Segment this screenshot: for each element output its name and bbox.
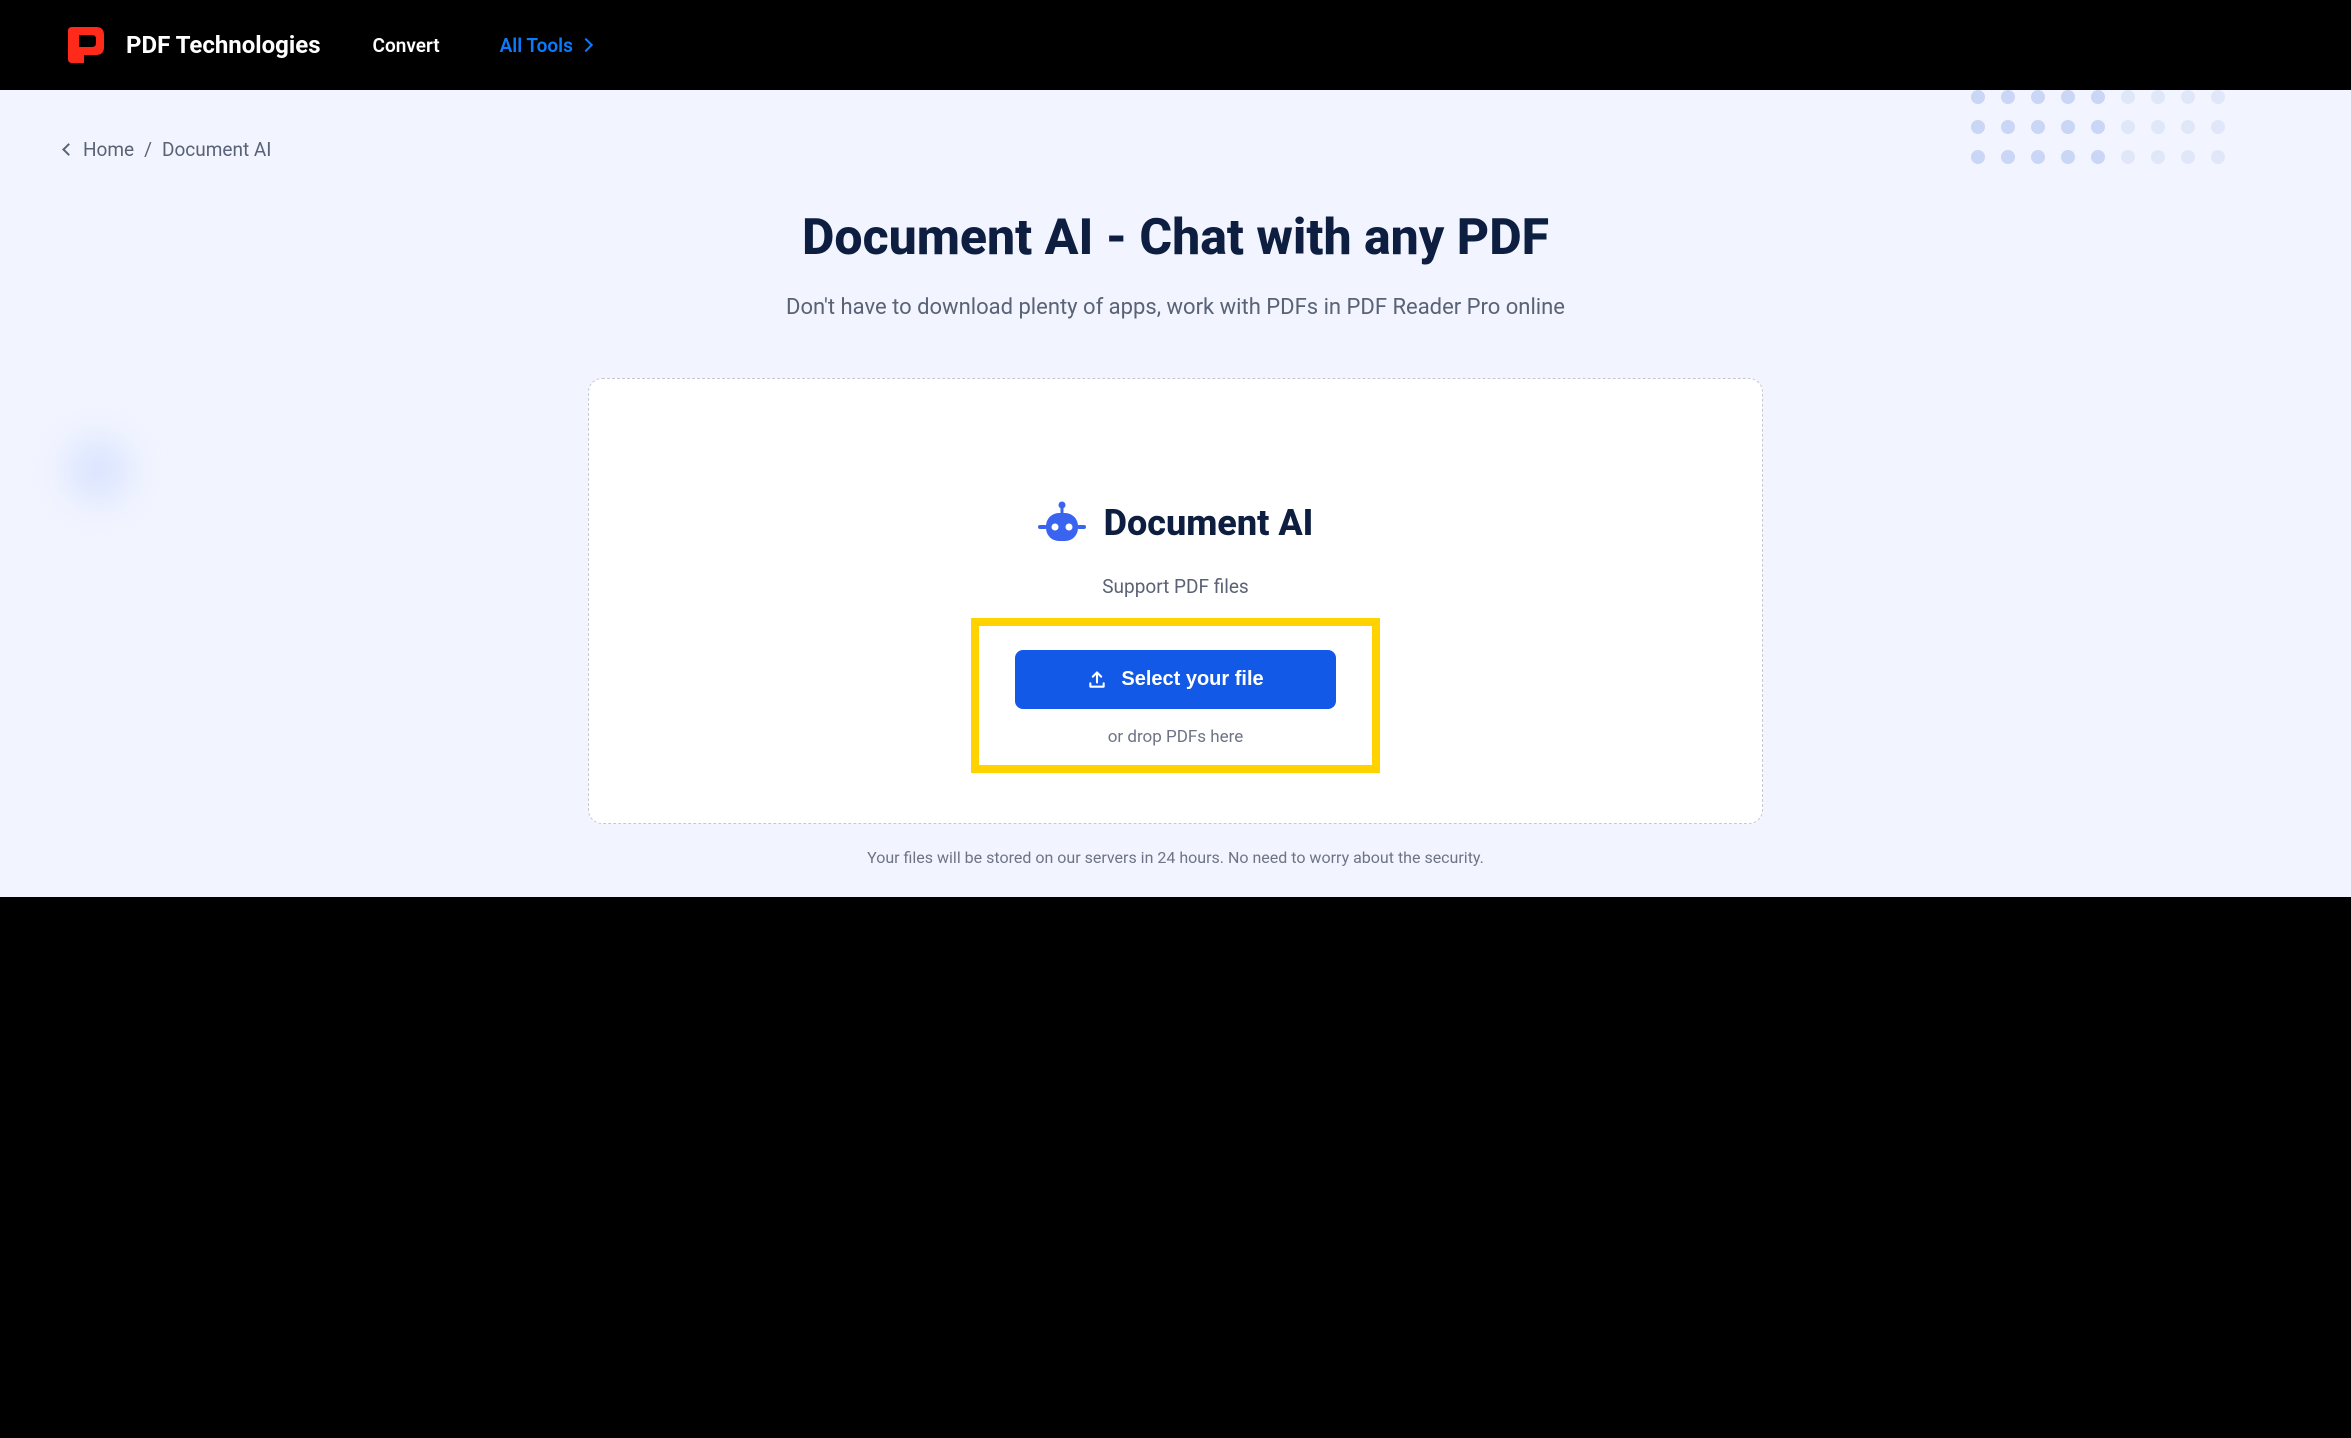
- drop-hint: or drop PDFs here: [1015, 727, 1335, 747]
- nav-all-tools[interactable]: All Tools: [500, 34, 591, 57]
- header: PDF Technologies Convert All Tools: [0, 0, 2351, 90]
- robot-icon: [1038, 499, 1086, 547]
- upload-icon: [1087, 670, 1107, 690]
- brand-logo-icon: [62, 21, 110, 69]
- select-file-button[interactable]: Select your file: [1015, 650, 1335, 709]
- card-support-text: Support PDF files: [629, 575, 1722, 598]
- breadcrumb: Home / Document AI: [64, 138, 2287, 161]
- dots-decoration: [1971, 90, 2231, 170]
- highlight-box: Select your file or drop PDFs here: [971, 618, 1379, 773]
- main-nav: Convert All Tools: [373, 34, 591, 57]
- select-file-label: Select your file: [1121, 668, 1263, 691]
- nav-convert[interactable]: Convert: [373, 34, 440, 57]
- page-subtitle: Don't have to download plenty of apps, w…: [64, 295, 2287, 320]
- breadcrumb-current: Document AI: [162, 138, 271, 161]
- logo[interactable]: PDF Technologies: [62, 21, 321, 69]
- card-title: Document AI: [1104, 502, 1314, 544]
- nav-all-tools-label: All Tools: [500, 34, 573, 57]
- upload-card[interactable]: Document AI Support PDF files Select you…: [588, 378, 1763, 824]
- footer-note: Your files will be stored on our servers…: [588, 848, 1763, 867]
- brand-name: PDF Technologies: [126, 31, 321, 59]
- chevron-right-icon: [579, 38, 593, 52]
- card-header: Document AI: [629, 499, 1722, 547]
- blur-decoration: [27, 399, 168, 540]
- breadcrumb-home[interactable]: Home: [83, 138, 134, 161]
- page-body: Home / Document AI Document AI - Chat wi…: [0, 90, 2351, 897]
- page-title: Document AI - Chat with any PDF: [64, 209, 2287, 267]
- breadcrumb-separator: /: [144, 138, 152, 161]
- hero-section: Document AI - Chat with any PDF Don't ha…: [64, 209, 2287, 320]
- breadcrumb-back-icon[interactable]: [62, 143, 75, 156]
